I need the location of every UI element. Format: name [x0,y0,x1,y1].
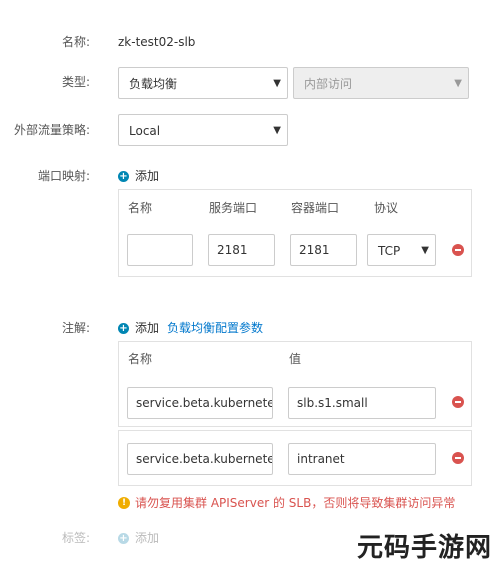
port-mapping-add-label: 添加 [135,169,160,183]
slb-warning: ! 请勿复用集群 APIServer 的 SLB，否则将导致集群访问异常 [118,495,455,511]
traffic-policy-value: Local [129,124,161,138]
caret-down-icon: ▼ [421,245,429,256]
annotations-add-row: + 添加 负载均衡配置参数 [118,320,263,336]
annotation-value-input-1[interactable]: slb.s1.small [288,387,436,419]
name-label: 名称: [61,35,90,49]
annotation-name-input-2[interactable]: service.beta.kubernetes.io [127,443,273,475]
plus-circle-icon: + [118,170,129,182]
lb-config-params-link[interactable]: 负载均衡配置参数 [167,320,263,336]
traffic-policy-select[interactable]: Local ▼ [118,114,288,146]
tags-label: 标签: [61,531,90,545]
port-col-service-port: 服务端口 [209,201,258,215]
type-sub-select-value: 内部访问 [304,77,353,91]
annotations-label: 注解: [61,321,90,335]
minus-circle-icon[interactable] [452,452,464,464]
plus-circle-icon: + [118,532,129,544]
annotations-add-label[interactable]: 添加 [135,320,159,336]
caret-down-icon: ▼ [454,78,462,89]
tags-add-label: 添加 [135,531,160,545]
port-mapping-label: 端口映射: [37,169,90,183]
port-mapping-add-button[interactable]: + 添加 [118,168,159,184]
type-select-value: 负载均衡 [129,77,178,91]
port-col-protocol: 协议 [374,201,399,215]
protocol-value: TCP [378,244,401,258]
container-port-input[interactable]: 2181 [290,234,357,266]
minus-circle-icon[interactable] [452,244,464,256]
caret-down-icon: ▼ [273,78,281,89]
exclamation-circle-icon: ! [118,497,130,509]
port-col-container-port: 容器端口 [291,201,340,215]
site-watermark: 元码手游网 [356,533,492,563]
name-value: zk-test02-slb [118,35,196,49]
caret-down-icon: ▼ [273,125,281,136]
annotation-value-input-2[interactable]: intranet [288,443,436,475]
type-select[interactable]: 负载均衡 ▼ [118,67,288,99]
service-port-input[interactable]: 2181 [208,234,275,266]
plus-circle-icon[interactable]: + [118,322,129,334]
traffic-policy-label: 外部流量策略: [13,123,90,137]
annotation-col-value: 值 [289,352,302,366]
port-name-input[interactable] [127,234,193,266]
annotation-name-input-1[interactable]: service.beta.kubernetes.io [127,387,273,419]
slb-warning-text: 请勿复用集群 APIServer 的 SLB，否则将导致集群访问异常 [135,496,456,510]
port-col-name: 名称 [128,201,153,215]
type-label: 类型: [61,75,90,89]
annotation-col-name: 名称 [128,352,153,366]
protocol-select[interactable]: TCP ▼ [367,234,436,266]
type-sub-select: 内部访问 ▼ [293,67,469,99]
minus-circle-icon[interactable] [452,396,464,408]
tags-add-button[interactable]: + 添加 [118,530,159,546]
